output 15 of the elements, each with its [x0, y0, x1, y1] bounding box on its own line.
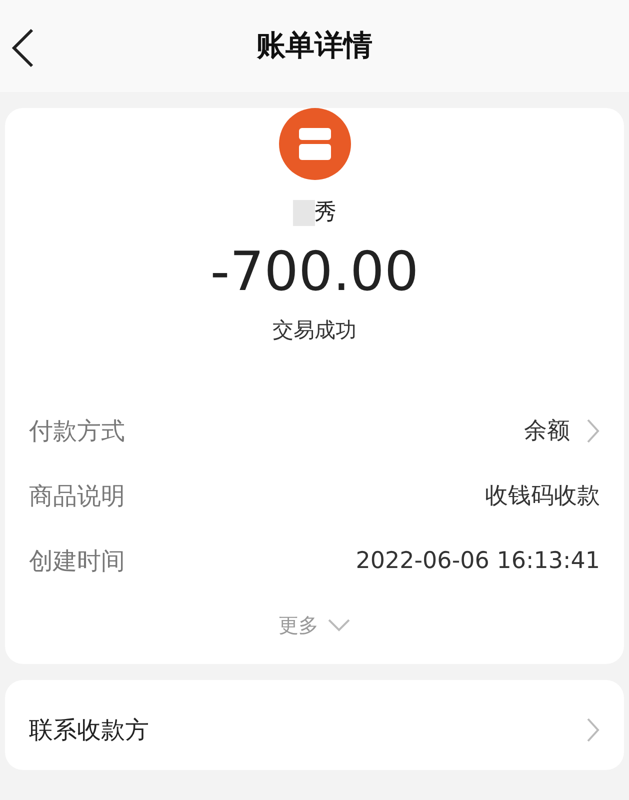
page-title: 账单详情	[256, 27, 372, 64]
back-icon[interactable]	[10, 28, 36, 68]
detail-label: 商品说明	[29, 481, 125, 512]
payee-name: 秀	[314, 199, 336, 227]
detail-value: 收钱码收款	[485, 482, 600, 511]
amount: -700.00	[210, 245, 419, 299]
blur-mask	[292, 200, 314, 226]
action-label: 联系收款方	[29, 714, 149, 746]
contact-payee-row[interactable]: 联系收款方	[5, 680, 624, 770]
transaction-status: 交易成功	[272, 317, 356, 344]
detail-value: 2022-06-06 16:13:41	[356, 546, 600, 576]
detail-value: 余额	[524, 416, 570, 446]
chevron-down-icon	[326, 618, 350, 632]
detail-label: 付款方式	[29, 416, 125, 447]
detail-label: 创建时间	[29, 546, 125, 577]
